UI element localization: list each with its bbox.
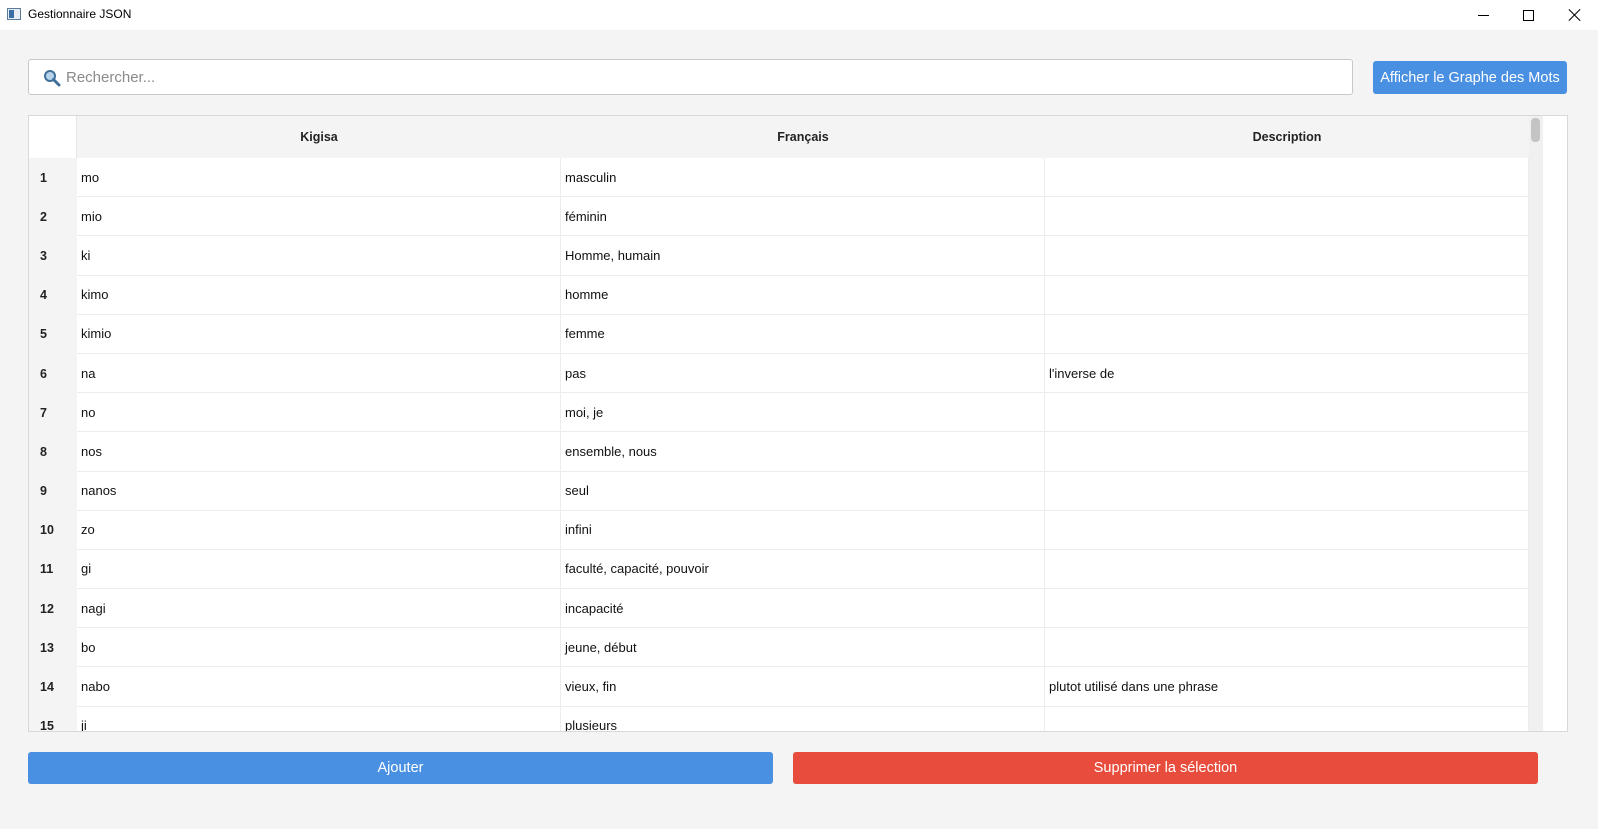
cell-description[interactable] [1045,589,1529,629]
cell-francais[interactable]: féminin [561,197,1045,237]
table-row[interactable]: 13 bo jeune, début [29,628,1529,668]
table-row[interactable]: 6 na pas l'inverse de [29,353,1529,394]
maximize-button[interactable] [1505,0,1551,30]
words-table: Kigisa Français Description 1 mo masculin … [28,115,1568,732]
table-row[interactable]: 8 nos ensemble, nous [29,432,1529,472]
minimize-icon [1477,14,1489,16]
search-input[interactable] [66,60,1336,94]
cell-description[interactable] [1045,510,1529,550]
table-scrollbar[interactable] [1529,116,1543,731]
cell-francais[interactable]: pas [561,353,1045,394]
row-number[interactable]: 7 [29,393,77,433]
row-number[interactable]: 9 [29,471,77,511]
cell-description[interactable] [1045,158,1529,198]
cell-francais[interactable]: moi, je [561,393,1045,433]
table-row[interactable]: 10 zo infini [29,510,1529,550]
cell-kigisa[interactable]: ji [77,706,561,731]
cell-kigisa[interactable]: nagi [77,589,561,629]
row-number[interactable]: 2 [29,197,77,237]
cell-description[interactable] [1045,471,1529,511]
cell-description[interactable] [1045,393,1529,433]
show-word-graph-button[interactable]: Afficher le Graphe des Mots [1373,61,1567,94]
table-row[interactable]: 1 mo masculin [29,158,1529,198]
table-row[interactable]: 11 gi faculté, capacité, pouvoir [29,549,1529,590]
cell-kigisa[interactable]: nabo [77,667,561,707]
row-number[interactable]: 3 [29,236,77,276]
column-header-description[interactable]: Description [1045,116,1529,158]
cell-francais[interactable]: incapacité [561,589,1045,629]
table-body: 1 mo masculin 2 mio féminin 3 ki Homme, humain… [29,158,1529,731]
row-number[interactable]: 12 [29,589,77,629]
search-box[interactable] [28,59,1353,95]
add-button[interactable]: Ajouter [28,752,773,784]
column-header-francais[interactable]: Français [561,116,1045,158]
row-number[interactable]: 10 [29,510,77,550]
table-row[interactable]: 2 mio féminin [29,197,1529,237]
cell-kigisa[interactable]: mio [77,197,561,237]
cell-description[interactable] [1045,432,1529,472]
table-row[interactable]: 5 kimio femme [29,314,1529,354]
cell-description[interactable] [1045,628,1529,668]
delete-selection-button[interactable]: Supprimer la sélection [793,752,1538,784]
row-number[interactable]: 1 [29,158,77,198]
app-window-icon [7,8,21,20]
cell-description[interactable] [1045,197,1529,237]
table-row[interactable]: 3 ki Homme, humain [29,236,1529,276]
row-number[interactable]: 6 [29,353,77,394]
table-row[interactable]: 12 nagi incapacité [29,589,1529,629]
row-number[interactable]: 14 [29,667,77,707]
cell-description[interactable] [1045,275,1529,315]
cell-francais[interactable]: homme [561,275,1045,315]
cell-francais[interactable]: femme [561,314,1045,354]
cell-kigisa[interactable]: kimio [77,314,561,354]
scrollbar-thumb[interactable] [1531,118,1540,142]
row-number[interactable]: 13 [29,628,77,668]
column-header-kigisa[interactable]: Kigisa [77,116,561,158]
row-number[interactable]: 11 [29,549,77,590]
window-title: Gestionnaire JSON [28,7,132,21]
cell-francais[interactable]: infini [561,510,1045,550]
row-number[interactable]: 5 [29,314,77,354]
cell-description[interactable] [1045,706,1529,731]
cell-kigisa[interactable]: mo [77,158,561,198]
cell-francais[interactable]: Homme, humain [561,236,1045,276]
cell-kigisa[interactable]: ki [77,236,561,276]
cell-kigisa[interactable]: zo [77,510,561,550]
cell-kigisa[interactable]: nanos [77,471,561,511]
cell-kigisa[interactable]: nos [77,432,561,472]
row-number[interactable]: 15 [29,706,77,731]
cell-francais[interactable]: faculté, capacité, pouvoir [561,549,1045,590]
table-row[interactable]: 14 nabo vieux, fin plutot utilisé dans une … [29,667,1529,707]
maximize-icon [1522,9,1534,21]
close-icon [1568,8,1582,22]
close-button[interactable] [1552,0,1598,30]
cell-kigisa[interactable]: no [77,393,561,433]
cell-francais[interactable]: plusieurs [561,706,1045,731]
table-corner[interactable] [29,116,77,158]
cell-francais[interactable]: ensemble, nous [561,432,1045,472]
table-row[interactable]: 4 kimo homme [29,275,1529,315]
title-bar: Gestionnaire JSON [0,0,1598,30]
magnifier-icon [44,70,61,87]
cell-kigisa[interactable]: na [77,353,561,394]
cell-kigisa[interactable]: kimo [77,275,561,315]
cell-kigisa[interactable]: bo [77,628,561,668]
cell-description[interactable] [1045,236,1529,276]
cell-francais[interactable]: vieux, fin [561,667,1045,707]
cell-francais[interactable]: seul [561,471,1045,511]
table-row[interactable]: 15 ji plusieurs [29,706,1529,731]
cell-description[interactable] [1045,314,1529,354]
cell-description[interactable]: l'inverse de [1045,353,1529,394]
table-row[interactable]: 9 nanos seul [29,471,1529,511]
row-number[interactable]: 8 [29,432,77,472]
cell-description[interactable]: plutot utilisé dans une phrase [1045,667,1529,707]
minimize-button[interactable] [1460,0,1506,30]
cell-description[interactable] [1045,549,1529,590]
cell-francais[interactable]: jeune, début [561,628,1045,668]
table-row[interactable]: 7 no moi, je [29,393,1529,433]
row-number[interactable]: 4 [29,275,77,315]
cell-francais[interactable]: masculin [561,158,1045,198]
cell-kigisa[interactable]: gi [77,549,561,590]
